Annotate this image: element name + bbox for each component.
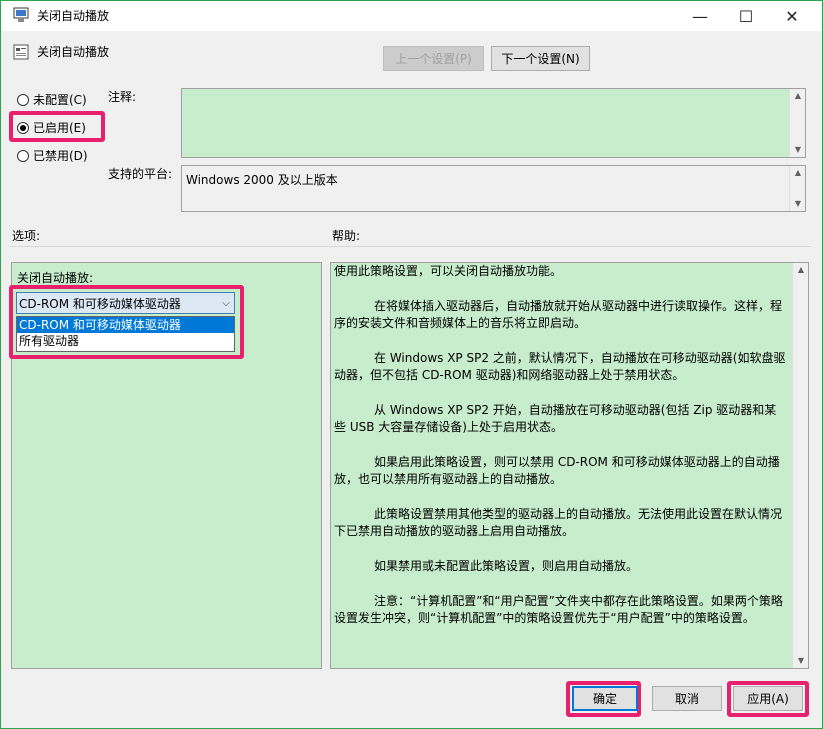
help-paragraph: 在 Windows XP SP2 之前，默认情况下，自动播放在可移动驱动器(如软… — [334, 351, 786, 382]
help-paragraph: 注意：“计算机配置”和“用户配置”文件夹中都存在此策略设置。如果两个策略设置发生… — [334, 594, 783, 625]
comment-label: 注释: — [108, 90, 137, 104]
help-label: 帮助: — [332, 229, 361, 243]
help-paragraph: 在将媒体插入驱动器后，自动播放就开始从驱动器中进行读取操作。这样，程序的安装文件… — [334, 299, 783, 330]
platform-value: Windows 2000 及以上版本 — [186, 173, 338, 187]
scroll-down-icon[interactable]: ▼ — [793, 654, 808, 668]
radio-circle[interactable] — [17, 93, 29, 106]
next-setting-button[interactable]: 下一个设置(N) — [491, 46, 590, 71]
help-paragraph: 此策略设置禁用其他类型的驱动器上的自动播放。无法使用此设置在默认情况下已禁用自动… — [334, 507, 783, 538]
dropdown-list[interactable]: CD-ROM 和可移动媒体驱动器 所有驱动器 — [16, 316, 235, 352]
close-button[interactable]: ✕ — [769, 1, 815, 31]
comment-textarea[interactable]: ▲ ▼ — [181, 88, 806, 158]
divider — [10, 246, 811, 247]
help-paragraph: 如果启用此策略设置，则可以禁用 CD-ROM 和可移动媒体驱动器上的自动播放，也… — [334, 455, 780, 486]
scroll-up-icon[interactable]: ▲ — [790, 89, 806, 103]
help-paragraph: 使用此策略设置，可以关闭自动播放功能。 — [334, 264, 563, 278]
options-label: 选项: — [12, 229, 41, 243]
policy-window-icon — [13, 7, 29, 22]
previous-setting-button[interactable]: 上一个设置(P) — [383, 46, 484, 71]
scroll-up-icon[interactable]: ▲ — [790, 166, 806, 180]
ok-button[interactable]: 确定 — [572, 686, 638, 711]
radio-enabled[interactable]: 已启用(E) — [17, 119, 86, 136]
platform-label: 支持的平台: — [108, 167, 173, 181]
select-value: CD-ROM 和可移动媒体驱动器 — [19, 296, 181, 311]
help-text: 使用此策略设置，可以关闭自动播放功能。 在将媒体插入驱动器后，自动播放就开始从驱… — [334, 263, 786, 645]
window-title: 关闭自动播放 — [37, 9, 110, 23]
radio-not-configured[interactable]: 未配置(C) — [17, 91, 87, 108]
radio-label: 已禁用(D) — [33, 149, 88, 163]
minimize-button[interactable]: — — [677, 1, 723, 31]
cancel-button[interactable]: 取消 — [652, 686, 722, 711]
radio-label: 已启用(E) — [33, 121, 86, 135]
scroll-down-icon[interactable]: ▼ — [790, 143, 806, 157]
help-paragraph: 从 Windows XP SP2 开始，自动播放在可移动驱动器(包括 Zip 驱… — [334, 403, 777, 434]
autoplay-field-label: 关闭自动播放: — [17, 271, 94, 285]
dropdown-option[interactable]: 所有驱动器 — [17, 333, 234, 349]
help-paragraph: 如果禁用或未配置此策略设置，则启用自动播放。 — [374, 559, 639, 573]
chevron-down-icon[interactable]: ⌵ — [218, 298, 234, 309]
help-panel: 使用此策略设置，可以关闭自动播放功能。 在将媒体插入驱动器后，自动播放就开始从驱… — [330, 262, 809, 669]
comment-scrollbar[interactable]: ▲ ▼ — [789, 89, 805, 157]
dropdown-option[interactable]: CD-ROM 和可移动媒体驱动器 — [17, 317, 234, 333]
scroll-down-icon[interactable]: ▼ — [790, 197, 806, 211]
help-scrollbar[interactable]: ▲ ▼ — [792, 263, 808, 668]
radio-label: 未配置(C) — [33, 93, 87, 107]
apply-button[interactable]: 应用(A) — [733, 686, 803, 711]
policy-setting-icon — [13, 44, 29, 60]
platform-box: Windows 2000 及以上版本 ▲ ▼ — [181, 165, 806, 212]
policy-name: 关闭自动播放 — [37, 45, 110, 59]
platform-scrollbar[interactable]: ▲ ▼ — [789, 166, 805, 211]
maximize-button[interactable]: ☐ — [723, 1, 769, 31]
scroll-up-icon[interactable]: ▲ — [793, 263, 808, 277]
radio-circle[interactable] — [17, 149, 29, 162]
radio-circle-checked[interactable] — [17, 121, 29, 134]
autoplay-drives-select[interactable]: CD-ROM 和可移动媒体驱动器 ⌵ — [16, 292, 235, 314]
radio-disabled[interactable]: 已禁用(D) — [17, 147, 88, 164]
